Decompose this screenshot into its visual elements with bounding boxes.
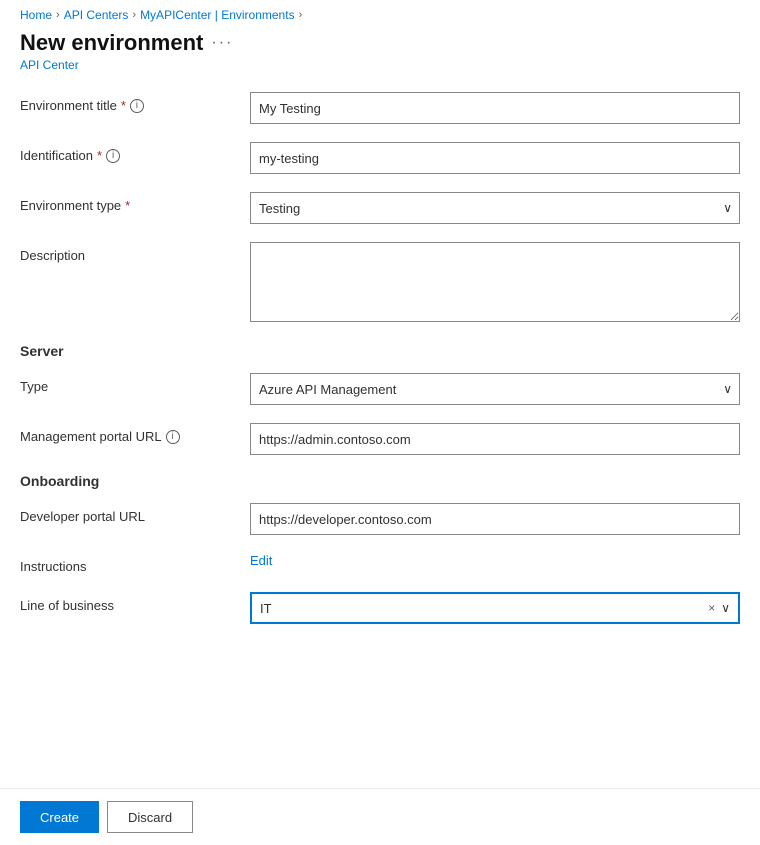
- lob-clear-icon[interactable]: ×: [708, 601, 715, 615]
- discard-button[interactable]: Discard: [107, 801, 193, 833]
- environment-title-info-icon[interactable]: i: [130, 99, 144, 113]
- page-title: New environment: [20, 30, 203, 56]
- breadcrumb-home[interactable]: Home: [20, 8, 52, 22]
- create-button[interactable]: Create: [20, 801, 99, 833]
- breadcrumb-api-centers[interactable]: API Centers: [64, 8, 129, 22]
- developer-portal-url-label: Developer portal URL: [20, 503, 250, 524]
- identification-input[interactable]: [250, 142, 740, 174]
- line-of-business-wrap: IT × ∨: [250, 592, 740, 624]
- identification-required-star: *: [97, 148, 102, 163]
- environment-title-label: Environment title * i: [20, 92, 250, 113]
- server-section-title: Server: [20, 343, 740, 359]
- environment-type-required-star: *: [125, 198, 130, 213]
- line-of-business-value: IT: [260, 601, 708, 616]
- management-portal-url-input-wrap: [250, 423, 740, 455]
- lob-icons: × ∨: [708, 601, 730, 615]
- environment-type-label: Environment type *: [20, 192, 250, 213]
- description-textarea[interactable]: [250, 242, 740, 322]
- instructions-label: Instructions: [20, 553, 250, 574]
- server-type-select[interactable]: Azure API Management Other: [250, 373, 740, 405]
- main-content: New environment ··· API Center Environme…: [0, 30, 760, 788]
- breadcrumb-sep-1: ›: [56, 9, 60, 21]
- environment-title-input-wrap: [250, 92, 740, 124]
- breadcrumb-sep-2: ›: [132, 9, 136, 21]
- environment-title-input[interactable]: [250, 92, 740, 124]
- description-input-wrap: [250, 242, 740, 325]
- management-portal-url-info-icon[interactable]: i: [166, 430, 180, 444]
- instructions-row: Instructions Edit: [20, 553, 740, 574]
- line-of-business-row: Line of business IT × ∨: [20, 592, 740, 624]
- environment-type-select-wrap: Development Testing Staging Production ∨: [250, 192, 740, 224]
- line-of-business-input-box[interactable]: IT × ∨: [250, 592, 740, 624]
- environment-type-row: Environment type * Development Testing S…: [20, 192, 740, 224]
- server-type-label: Type: [20, 373, 250, 394]
- required-star: *: [121, 98, 126, 113]
- onboarding-section-title: Onboarding: [20, 473, 740, 489]
- identification-info-icon[interactable]: i: [106, 149, 120, 163]
- breadcrumb-environments[interactable]: MyAPICenter | Environments: [140, 8, 295, 22]
- developer-portal-url-input[interactable]: [250, 503, 740, 535]
- instructions-edit-wrap: Edit: [250, 553, 740, 568]
- breadcrumb: Home › API Centers › MyAPICenter | Envir…: [0, 0, 760, 30]
- management-portal-url-label: Management portal URL i: [20, 423, 250, 444]
- identification-row: Identification * i: [20, 142, 740, 174]
- line-of-business-label: Line of business: [20, 592, 250, 613]
- identification-input-wrap: [250, 142, 740, 174]
- page-header: New environment ···: [20, 30, 740, 56]
- more-options-icon[interactable]: ···: [211, 34, 233, 52]
- lob-chevron-icon[interactable]: ∨: [721, 601, 730, 615]
- description-row: Description: [20, 242, 740, 325]
- environment-title-row: Environment title * i: [20, 92, 740, 124]
- environment-type-select-wrapper: Development Testing Staging Production ∨: [250, 192, 740, 224]
- footer: Create Discard: [0, 788, 760, 845]
- instructions-edit-link[interactable]: Edit: [250, 553, 272, 568]
- identification-label: Identification * i: [20, 142, 250, 163]
- server-type-row: Type Azure API Management Other ∨: [20, 373, 740, 405]
- developer-portal-url-row: Developer portal URL: [20, 503, 740, 535]
- page-subtitle: API Center: [20, 58, 740, 72]
- server-type-select-wrapper: Azure API Management Other ∨: [250, 373, 740, 405]
- management-portal-url-row: Management portal URL i: [20, 423, 740, 455]
- environment-type-select[interactable]: Development Testing Staging Production: [250, 192, 740, 224]
- breadcrumb-sep-3: ›: [299, 9, 303, 21]
- management-portal-url-input[interactable]: [250, 423, 740, 455]
- server-type-select-wrap: Azure API Management Other ∨: [250, 373, 740, 405]
- description-label: Description: [20, 242, 250, 263]
- developer-portal-url-input-wrap: [250, 503, 740, 535]
